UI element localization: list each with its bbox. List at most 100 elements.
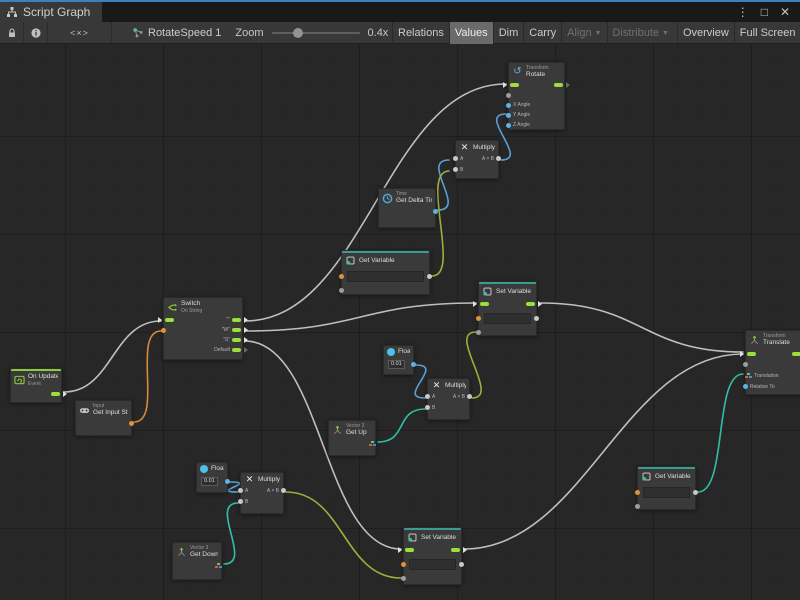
port-flow-in[interactable]	[748, 351, 756, 357]
node-rotate[interactable]: ↺TransformRotateX AngleY AngleZ Angle	[508, 62, 565, 130]
port-flow-out[interactable]: "W"	[222, 327, 240, 333]
wire-connection[interactable]	[245, 341, 401, 549]
code-view-button[interactable]: <×>	[48, 22, 112, 43]
port-blue-in[interactable]: Z Angle	[511, 122, 530, 128]
info-button[interactable]	[24, 22, 48, 43]
node-get-variable-2[interactable]: Get Variable	[637, 466, 696, 510]
port-white-in[interactable]: B	[243, 499, 248, 505]
toolbar-button-carry[interactable]: Carry	[523, 22, 561, 44]
translate-icon	[749, 335, 760, 346]
port-white-in[interactable]: A	[430, 394, 435, 400]
node-float-2[interactable]: Float0.01	[196, 462, 228, 493]
value-input[interactable]: 0.01	[201, 477, 218, 486]
wire-connection[interactable]	[541, 303, 743, 352]
port-white-out[interactable]: A × B	[482, 156, 496, 162]
node-set-variable-2[interactable]: Set Variable	[403, 527, 462, 585]
tab-title: Script Graph	[23, 5, 90, 19]
port-flow-out[interactable]	[526, 301, 534, 307]
toolbar-button-relations[interactable]: Relations	[392, 22, 449, 44]
port-flow-out[interactable]: "S"	[223, 337, 240, 343]
wire-connection[interactable]	[378, 409, 425, 442]
port-dot	[743, 384, 748, 389]
port-flow-in[interactable]	[511, 82, 519, 88]
wire-connection[interactable]	[134, 331, 161, 422]
node-translate[interactable]: TransformTranslate Translation Relative To	[745, 330, 800, 395]
node-get-delta-time[interactable]: TimeGet Delta Time	[378, 188, 436, 228]
port-vector3-out[interactable]	[369, 441, 373, 447]
port-flow-out[interactable]	[451, 547, 459, 553]
wire-connection[interactable]	[286, 492, 401, 578]
port-flow-out[interactable]	[792, 351, 800, 357]
toolbar-button-distribute[interactable]: Distribute▼	[607, 22, 674, 44]
wire-connection[interactable]	[698, 374, 743, 492]
node-titles: TransformTranslate	[763, 333, 790, 347]
value-input[interactable]: 0.01	[388, 360, 405, 369]
port-vector3-out[interactable]	[215, 563, 219, 569]
variable-name-dropdown[interactable]	[409, 559, 456, 570]
wire-connection[interactable]	[245, 303, 476, 331]
flow-port-bar	[480, 302, 489, 306]
variable-name-dropdown[interactable]	[347, 271, 424, 282]
port-flow-in[interactable]	[406, 547, 414, 553]
zoom-slider-handle[interactable]	[293, 28, 303, 38]
port-flow-out[interactable]	[554, 82, 562, 88]
port-white-in[interactable]: B	[458, 167, 463, 173]
port-dot	[743, 362, 748, 367]
graph-reference-breadcrumb[interactable]: RotateSpeed 1	[132, 22, 221, 43]
port-flow-out[interactable]: ""	[226, 317, 240, 323]
node-title: Float	[398, 348, 410, 356]
variable-name-dropdown[interactable]	[484, 313, 531, 324]
port-white-in[interactable]: A	[243, 488, 248, 494]
port-white-in[interactable]: B	[430, 405, 435, 411]
zoom-slider[interactable]	[272, 32, 360, 34]
flow-port-bar	[510, 83, 519, 87]
node-port-row: Y Angle	[509, 110, 564, 120]
lock-button[interactable]	[0, 22, 24, 43]
node-get-down[interactable]: Vector 3Get Down	[172, 542, 222, 580]
port-blue-in[interactable]: Y Angle	[511, 112, 530, 118]
wire-connection[interactable]	[415, 365, 426, 398]
maximize-button[interactable]: □	[761, 5, 768, 19]
toolbar-button-overview[interactable]: Overview	[677, 22, 734, 44]
node-multiply-3[interactable]: ✕MultiplyAA × BB	[240, 472, 284, 514]
port-flow-out[interactable]: Default	[214, 347, 240, 353]
port-vector3-in[interactable]: Translation	[748, 373, 779, 379]
toolbar-button-full-screen[interactable]: Full Screen	[734, 22, 800, 44]
port-white-out[interactable]: A × B	[453, 394, 467, 400]
toolbar-button-values[interactable]: Values	[449, 22, 493, 44]
graph-canvas[interactable]: On UpdateEvent InputGet Input String Switc…	[0, 44, 800, 600]
wire-connection[interactable]	[464, 354, 743, 549]
port-blue-in[interactable]: X Angle	[511, 102, 530, 108]
node-get-variable-1[interactable]: Get Variable	[341, 250, 430, 295]
node-float-1[interactable]: Float 0.01	[383, 345, 414, 375]
toolbar-button-align[interactable]: Align▼	[561, 22, 606, 44]
node-multiply-1[interactable]: ✕Multiply A A × B B	[455, 140, 499, 179]
wire-connection[interactable]	[64, 321, 161, 392]
script-graph-icon	[6, 6, 18, 18]
port-label: "W"	[222, 327, 230, 333]
variable-name-dropdown[interactable]	[643, 487, 690, 498]
node-header: SwitchOn String	[164, 298, 242, 315]
port-flow-in[interactable]	[481, 301, 489, 307]
toolbar-button-dim[interactable]: Dim	[493, 22, 524, 44]
wire-connection[interactable]	[224, 503, 238, 564]
port-white-out[interactable]: A × B	[267, 488, 281, 494]
node-header: Set Variable	[404, 530, 461, 544]
node-on-update[interactable]: On UpdateEvent	[10, 368, 62, 403]
port-blue-in[interactable]: Relative To	[748, 384, 775, 390]
node-multiply-2[interactable]: ✕MultiplyAA × BB	[427, 378, 470, 420]
tab-script-graph[interactable]: Script Graph	[0, 2, 102, 22]
port-flow-out[interactable]	[51, 391, 59, 397]
port-white-in[interactable]: A	[458, 156, 463, 162]
clock-icon	[382, 193, 393, 204]
wire-connection[interactable]	[438, 160, 449, 210]
node-switch-on-string[interactable]: SwitchOn String "" "W" "S" Default	[163, 297, 243, 360]
node-get-up[interactable]: Vector 3Get Up	[328, 420, 376, 456]
port-flow-in[interactable]	[166, 317, 174, 323]
node-header: ✕Multiply	[456, 141, 498, 153]
node-get-input-string[interactable]: InputGet Input String	[75, 400, 132, 436]
more-menu-button[interactable]: ⋮	[737, 5, 749, 19]
port-label: B	[432, 405, 435, 411]
node-set-variable-1[interactable]: Set Variable	[478, 281, 537, 336]
close-button[interactable]: ✕	[780, 5, 790, 19]
